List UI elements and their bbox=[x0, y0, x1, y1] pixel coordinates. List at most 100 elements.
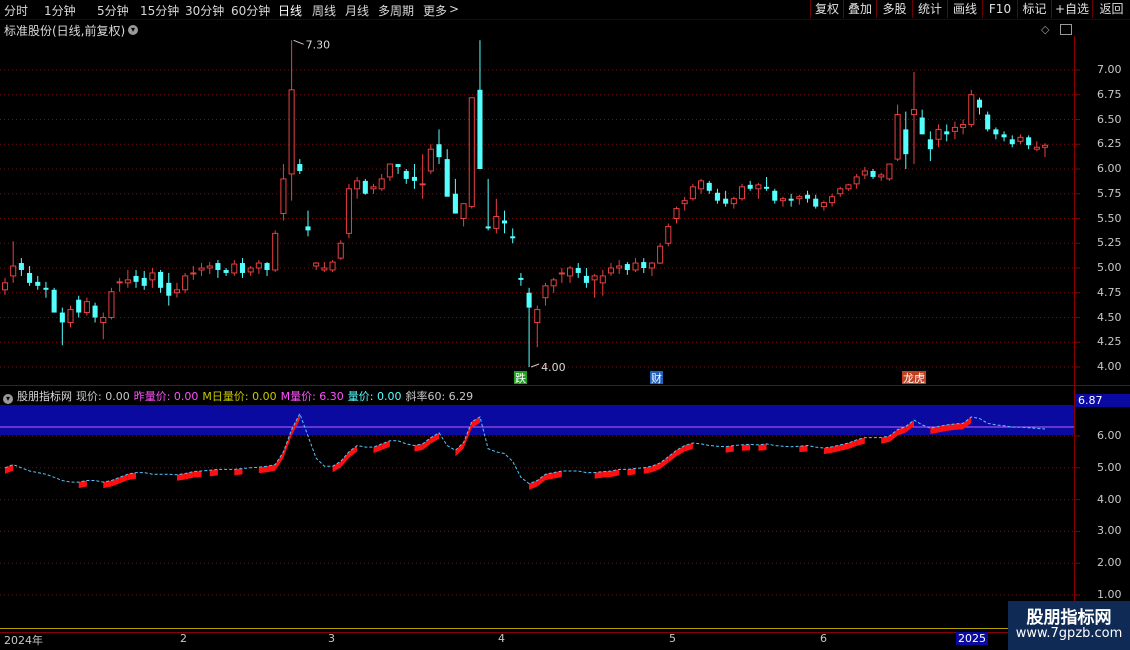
candle-body-up bbox=[108, 291, 115, 318]
more-arrow-icon[interactable]: > bbox=[449, 2, 459, 16]
date-axis bbox=[0, 628, 1074, 650]
candle-body-down bbox=[624, 264, 630, 270]
candle-body-up bbox=[67, 309, 74, 323]
overlay-button[interactable]: 叠加 bbox=[843, 0, 876, 18]
candle-body-down bbox=[747, 184, 753, 189]
add-watchlist-button[interactable]: +自选 bbox=[1051, 0, 1092, 18]
candle-body-down bbox=[436, 144, 442, 158]
high-price-label: 7.30 bbox=[306, 38, 331, 51]
candle-body-down bbox=[706, 182, 712, 191]
candle-body-down bbox=[18, 263, 24, 270]
candle-body-down bbox=[1001, 134, 1007, 138]
multi-stock-button[interactable]: 多股 bbox=[876, 0, 912, 18]
candle-body-down bbox=[297, 164, 303, 171]
candle-body-up bbox=[698, 180, 705, 190]
period-tab-1min[interactable]: 1分钟 bbox=[44, 2, 76, 19]
date-label-jun: 6 bbox=[820, 632, 827, 645]
candle-body-up bbox=[837, 188, 844, 195]
watermark-title: 股朋指标网 bbox=[1026, 608, 1112, 628]
candle-body-up bbox=[329, 261, 336, 271]
indicator-rise-segment bbox=[111, 477, 120, 487]
price-tick-label: 6.75 bbox=[1097, 87, 1122, 101]
candle-body-down bbox=[903, 129, 909, 155]
f10-button[interactable]: F10 bbox=[982, 0, 1017, 18]
period-tab-weekly[interactable]: 周线 bbox=[312, 2, 336, 19]
period-toolbar: 分时 1分钟 5分钟 15分钟 30分钟 60分钟 日线 周线 月线 多周期 更… bbox=[0, 0, 1130, 20]
period-tab-daily[interactable]: 日线 bbox=[278, 2, 302, 19]
panel-divider bbox=[0, 385, 1130, 386]
adjust-button[interactable]: 复权 bbox=[810, 0, 843, 18]
candle-body-up bbox=[182, 275, 189, 291]
period-tab-more[interactable]: 更多 bbox=[423, 2, 447, 19]
candle-body-down bbox=[993, 129, 999, 135]
candle-body-down bbox=[133, 275, 139, 282]
candle-body-down bbox=[526, 292, 532, 308]
candle-body-down bbox=[141, 277, 147, 286]
draw-line-button[interactable]: 画线 bbox=[947, 0, 982, 18]
candle-body-down bbox=[264, 263, 270, 270]
candle-body-down bbox=[411, 176, 417, 181]
indicator-band bbox=[0, 405, 1074, 435]
period-tab-60min[interactable]: 60分钟 bbox=[231, 2, 270, 19]
candle-body-down bbox=[452, 193, 458, 214]
period-tab-monthly[interactable]: 月线 bbox=[345, 2, 369, 19]
candle-body-up bbox=[354, 180, 361, 190]
high-pointer bbox=[293, 39, 304, 45]
candle-body-up bbox=[730, 198, 737, 205]
indicator-rise-segment bbox=[660, 456, 669, 470]
candle-body-up bbox=[820, 202, 827, 208]
mark-button[interactable]: 标记 bbox=[1017, 0, 1051, 18]
date-label-may: 5 bbox=[669, 632, 676, 645]
candle-body-down bbox=[51, 289, 57, 313]
candle-body-up bbox=[657, 245, 664, 264]
candle-body-up bbox=[960, 123, 967, 128]
indicator-tick-label: 4.00 bbox=[1097, 492, 1122, 506]
candle-body-up bbox=[542, 285, 549, 299]
period-tab-fenshi[interactable]: 分时 bbox=[4, 2, 28, 19]
date-label-2024: 2024年 bbox=[4, 634, 43, 647]
period-tab-multi[interactable]: 多周期 bbox=[378, 2, 414, 19]
indicator-rise-segment bbox=[422, 437, 431, 450]
candle-body-down bbox=[59, 312, 65, 323]
period-tab-5min[interactable]: 5分钟 bbox=[97, 2, 129, 19]
indicator-tick-label: 1.00 bbox=[1097, 588, 1122, 601]
candle-body-up bbox=[116, 281, 123, 284]
candle-body-up bbox=[231, 263, 238, 274]
candle-body-down bbox=[510, 236, 516, 239]
indicator-rise-segment bbox=[668, 450, 677, 463]
period-tab-30min[interactable]: 30分钟 bbox=[185, 2, 224, 19]
event-marker-label: 跌 bbox=[515, 371, 526, 385]
candle-body-up bbox=[755, 184, 762, 190]
diamond-icon[interactable]: ◇ bbox=[1041, 23, 1049, 36]
statistics-button[interactable]: 统计 bbox=[912, 0, 947, 18]
candle-body-up bbox=[878, 174, 885, 178]
candle-body-up bbox=[689, 186, 696, 200]
period-tab-15min[interactable]: 15分钟 bbox=[140, 2, 179, 19]
candle-body-up bbox=[345, 188, 352, 234]
date-label-apr: 4 bbox=[498, 632, 505, 645]
candle-body-down bbox=[976, 99, 983, 108]
indicator-tick-label: 6.00 bbox=[1097, 429, 1122, 442]
candle-body-up bbox=[681, 200, 688, 205]
candle-body-up bbox=[313, 262, 320, 267]
candle-body-down bbox=[395, 164, 401, 168]
candle-body-down bbox=[518, 277, 524, 280]
event-marker-label: 财 bbox=[651, 371, 662, 385]
chevron-down-icon[interactable]: ▾ bbox=[128, 25, 138, 35]
candle-body-up bbox=[796, 196, 803, 200]
candle-body-up bbox=[83, 301, 90, 314]
candlestick-chart: 7.30 4.00 跌 财 龙虎 bbox=[0, 38, 1080, 385]
candle-body-up bbox=[894, 114, 901, 160]
price-tick-label: 4.00 bbox=[1097, 360, 1122, 373]
candle-body-down bbox=[723, 198, 729, 204]
back-button[interactable]: 返回 bbox=[1092, 0, 1130, 18]
candle-body-up bbox=[272, 232, 279, 271]
candle-body-up bbox=[255, 262, 262, 269]
candle-body-down bbox=[239, 263, 246, 273]
candle-body-up bbox=[190, 272, 197, 275]
low-pointer bbox=[530, 363, 540, 368]
candle-body-down bbox=[788, 198, 794, 201]
window-toggle-icon[interactable] bbox=[1060, 24, 1072, 35]
candle-body-up bbox=[493, 216, 500, 229]
candle-body-up bbox=[951, 126, 958, 132]
